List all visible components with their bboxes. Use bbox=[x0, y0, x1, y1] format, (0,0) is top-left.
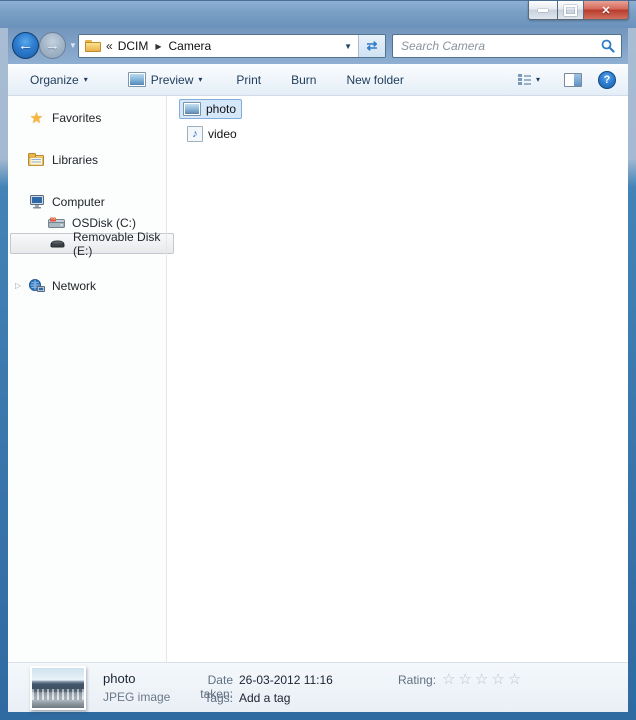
minimize-icon bbox=[538, 9, 548, 12]
maximize-button[interactable] bbox=[557, 1, 584, 20]
sidebar-item-label: Computer bbox=[52, 195, 105, 209]
breadcrumb: « DCIM ▶ Camera ▼ bbox=[79, 35, 358, 57]
file-name: video bbox=[208, 127, 237, 141]
file-name: photo bbox=[206, 102, 236, 116]
explorer-window: { "icons": { "back": "←", "forward": "→"… bbox=[0, 0, 636, 720]
sidebar-item-removable-disk[interactable]: Removable Disk (E:) bbox=[10, 233, 174, 254]
hard-drive-icon bbox=[48, 215, 65, 230]
sidebar-item-favorites[interactable]: ★ Favorites bbox=[10, 107, 174, 128]
command-toolbar: Organize ▾ Preview ▾ Print Burn New fold… bbox=[8, 64, 628, 96]
new-folder-button[interactable]: New folder bbox=[338, 69, 411, 91]
preview-button[interactable]: Preview ▾ bbox=[120, 68, 211, 91]
folder-icon bbox=[85, 40, 101, 52]
rating-label: Rating: bbox=[398, 673, 436, 687]
back-button[interactable]: ← bbox=[12, 32, 39, 59]
favorites-star-icon: ★ bbox=[28, 110, 45, 125]
removable-drive-icon bbox=[49, 236, 66, 251]
tags-label: Tags: bbox=[173, 691, 233, 705]
help-icon: ? bbox=[604, 74, 611, 86]
help-button[interactable]: ? bbox=[598, 71, 616, 89]
address-dropdown-button[interactable]: ▼ bbox=[336, 42, 352, 51]
search-box bbox=[392, 34, 622, 58]
new-folder-label: New folder bbox=[346, 73, 403, 87]
preview-pane-button[interactable] bbox=[556, 69, 590, 91]
forward-arrow-icon: → bbox=[45, 37, 60, 54]
history-dropdown-button[interactable]: ▼ bbox=[69, 41, 77, 50]
details-file-name: photo bbox=[103, 671, 136, 686]
breadcrumb-item-camera[interactable]: Camera bbox=[169, 39, 212, 53]
sidebar-item-label: Favorites bbox=[52, 111, 101, 125]
computer-icon bbox=[28, 194, 45, 209]
date-taken-value: 26-03-2012 11:16 bbox=[239, 673, 333, 687]
sidebar-item-label: Network bbox=[52, 279, 96, 293]
network-icon bbox=[28, 278, 45, 293]
views-grid-icon bbox=[518, 74, 531, 85]
pane-divider[interactable] bbox=[166, 96, 167, 662]
back-arrow-icon: ← bbox=[18, 37, 33, 54]
rating-star-icon[interactable]: ☆ bbox=[508, 671, 524, 688]
main-area: ★ Favorites Libraries bbox=[8, 96, 628, 662]
organize-label: Organize bbox=[30, 73, 79, 87]
search-input[interactable] bbox=[399, 38, 601, 54]
libraries-icon bbox=[28, 152, 45, 167]
preview-pane-icon bbox=[564, 73, 582, 87]
burn-button[interactable]: Burn bbox=[283, 69, 324, 91]
harbor-photo-thumbnail bbox=[32, 668, 84, 708]
chevron-right-icon[interactable]: ▶ bbox=[153, 42, 163, 51]
organize-button[interactable]: Organize ▾ bbox=[22, 69, 96, 91]
rating-star-icon[interactable]: ☆ bbox=[491, 671, 507, 688]
refresh-icon: ⇄ bbox=[367, 38, 378, 54]
picture-icon bbox=[128, 72, 146, 87]
sidebar-item-label: Removable Disk (E:) bbox=[73, 230, 173, 258]
sidebar-item-label: OSDisk (C:) bbox=[72, 216, 136, 230]
forward-button[interactable]: → bbox=[39, 32, 66, 59]
file-item-video[interactable]: ♪ video bbox=[183, 123, 243, 145]
refresh-button[interactable]: ⇄ bbox=[358, 35, 385, 57]
rating-star-icon[interactable]: ☆ bbox=[458, 671, 474, 688]
chevron-down-icon: ▾ bbox=[198, 75, 202, 84]
navigation-pane: ★ Favorites Libraries bbox=[8, 96, 166, 662]
rating-stars: ☆☆☆☆☆ bbox=[442, 670, 524, 688]
address-bar[interactable]: « DCIM ▶ Camera ▼ ⇄ bbox=[78, 34, 386, 58]
sidebar-item-label: Libraries bbox=[52, 153, 98, 167]
rating-star-icon[interactable]: ☆ bbox=[442, 671, 458, 688]
caption-buttons: ✕ bbox=[528, 1, 629, 20]
music-note-icon: ♪ bbox=[192, 129, 198, 140]
close-icon: ✕ bbox=[601, 4, 610, 17]
print-label: Print bbox=[236, 73, 261, 87]
file-thumbnail[interactable] bbox=[30, 666, 86, 710]
sidebar-item-computer[interactable]: Computer bbox=[10, 191, 174, 212]
change-view-button[interactable]: ▾ bbox=[510, 70, 548, 89]
close-button[interactable]: ✕ bbox=[584, 1, 629, 20]
video-file-icon: ♪ bbox=[187, 126, 203, 142]
navigation-bar: ← → ▼ « DCIM ▶ Camera ▼ ⇄ bbox=[8, 28, 628, 64]
photo-file-icon bbox=[183, 102, 201, 116]
sidebar-item-libraries[interactable]: Libraries bbox=[10, 149, 174, 170]
file-item-photo[interactable]: photo bbox=[179, 99, 242, 119]
breadcrumb-item-dcim[interactable]: DCIM bbox=[118, 39, 149, 53]
chevron-down-icon: ▾ bbox=[84, 75, 88, 84]
rating-star-icon[interactable]: ☆ bbox=[475, 671, 491, 688]
breadcrumb-overflow-button[interactable]: « bbox=[106, 39, 113, 53]
title-bar[interactable]: ✕ bbox=[0, 0, 636, 28]
search-icon[interactable] bbox=[601, 39, 615, 53]
print-button[interactable]: Print bbox=[228, 69, 269, 91]
burn-label: Burn bbox=[291, 73, 316, 87]
sidebar-item-network[interactable]: ▷ Network bbox=[10, 275, 174, 296]
maximize-icon bbox=[564, 5, 577, 16]
expander-triangle-icon[interactable]: ▷ bbox=[15, 281, 21, 290]
details-file-type: JPEG image bbox=[103, 690, 170, 704]
details-pane: photo JPEG image Date taken: 26-03-2012 … bbox=[8, 662, 628, 712]
minimize-button[interactable] bbox=[528, 1, 557, 20]
preview-label: Preview bbox=[151, 73, 194, 87]
chevron-down-icon: ▾ bbox=[536, 75, 540, 84]
tags-add-link[interactable]: Add a tag bbox=[239, 691, 290, 705]
